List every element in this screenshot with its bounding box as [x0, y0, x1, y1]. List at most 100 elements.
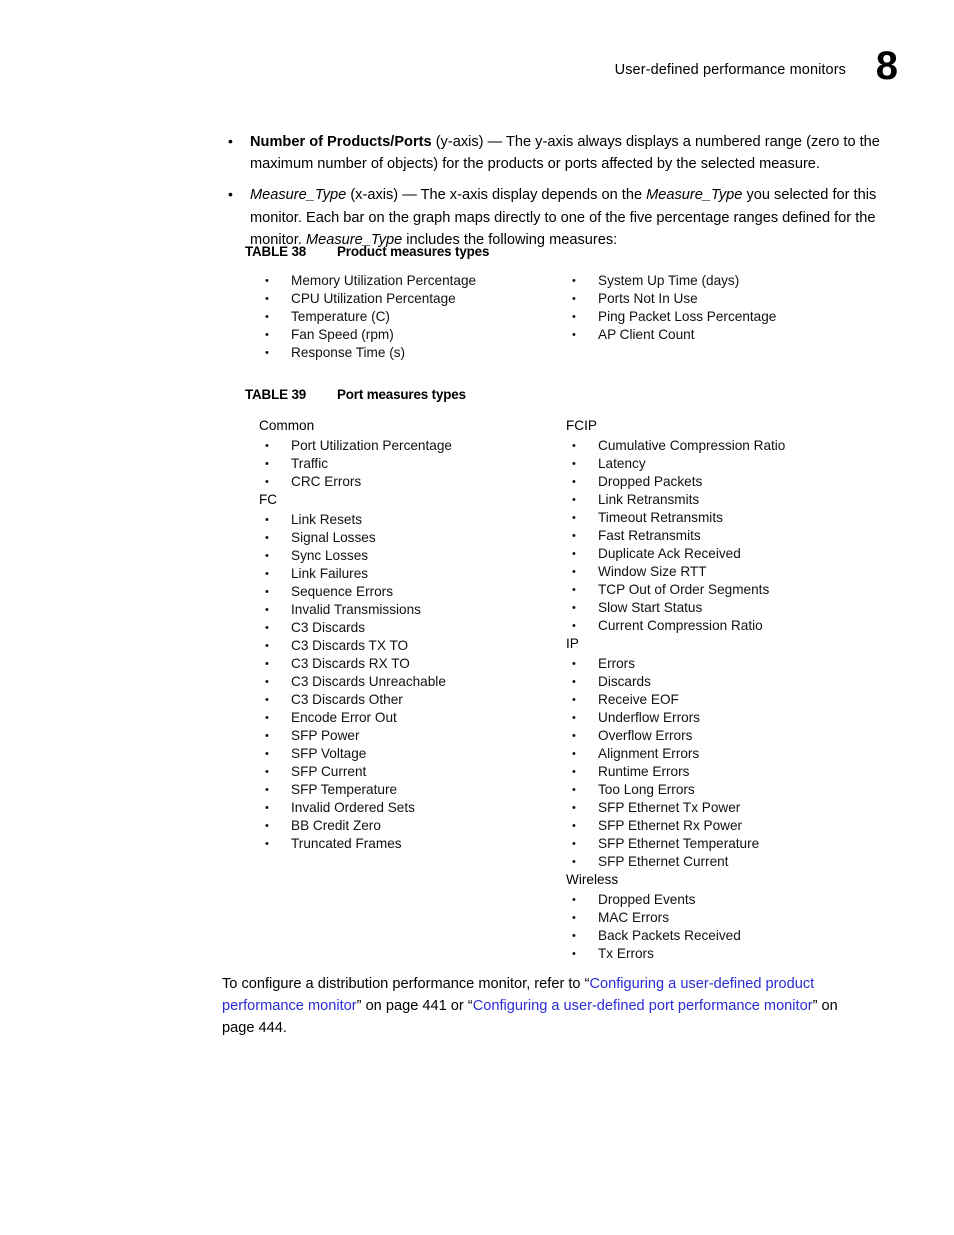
bullet-icon: • [572, 712, 576, 724]
list-item-label: Latency [598, 456, 646, 471]
list-item: • Response Time (s) [245, 344, 545, 362]
table39-left-list: • Link Resets • Signal Losses • Sync Losses • L… [245, 511, 545, 853]
list-item-label: SFP Ethernet Current [598, 854, 729, 869]
list-item: • Invalid Ordered Sets [245, 799, 545, 817]
list-item: • Errors [552, 655, 852, 673]
bullet-icon: • [572, 838, 576, 850]
bullet-icon: • [572, 802, 576, 814]
bullet-icon: • [572, 458, 576, 470]
bullet-icon: • [572, 566, 576, 578]
bullet-icon: • [265, 766, 269, 778]
table39-right-list: • Dropped Events • MAC Errors • Back Packets … [552, 891, 852, 963]
list-item: • Dropped Events [552, 891, 852, 909]
list-item: • SFP Temperature [245, 781, 545, 799]
intro-bullet-body: Measure_Type (x-axis) — The x-axis displ… [250, 187, 876, 247]
table39-left-group: FC • Link Resets • Signal Losses • Sync Losses… [245, 491, 545, 853]
list-item-label: BB Credit Zero [291, 818, 381, 833]
list-item-label: AP Client Count [598, 327, 695, 342]
list-item-label: Ping Packet Loss Percentage [598, 309, 777, 324]
chapter-number: 8 [875, 44, 898, 88]
list-item-label: Underflow Errors [598, 710, 700, 725]
bullet-icon: • [572, 530, 576, 542]
list-item-label: Sync Losses [291, 548, 369, 563]
list-item-label: Fan Speed (rpm) [291, 327, 394, 342]
bullet-icon: • [265, 311, 269, 323]
table39-left-group-label: Common [259, 418, 315, 433]
table38-caption-title: Product measures types [337, 244, 490, 259]
table38-caption: TABLE 38 Product measures types [245, 244, 489, 259]
bullet-icon: • [572, 856, 576, 868]
table38-left-column: • Memory Utilization Percentage • CPU Utili… [245, 272, 545, 362]
bullet-icon: • [572, 602, 576, 614]
list-item-label: Slow Start Status [598, 600, 703, 615]
intro-0-text-0: Number of Products/Ports [250, 134, 432, 150]
closing-link-3[interactable]: Configuring a user-defined port performa… [473, 998, 813, 1014]
bullet-icon: • [265, 458, 269, 470]
closing-paragraph: To configure a distribution performance … [222, 973, 870, 1040]
list-item: • Runtime Errors [552, 763, 852, 781]
list-item: • Discards [552, 673, 852, 691]
list-item-label: SFP Power [291, 728, 360, 743]
bullet-icon: • [572, 512, 576, 524]
list-item-label: Dropped Events [598, 892, 696, 907]
list-item-label: Receive EOF [598, 692, 679, 707]
bullet-icon: • [572, 548, 576, 560]
list-item: • SFP Ethernet Temperature [552, 835, 852, 853]
list-item: • TCP Out of Order Segments [552, 581, 852, 599]
document-page: User-defined performance monitors 8 • Num… [0, 0, 954, 1235]
list-item-label: Truncated Frames [291, 836, 402, 851]
list-item-label: Alignment Errors [598, 746, 700, 761]
list-item: • Underflow Errors [552, 709, 852, 727]
bullet-icon: • [265, 476, 269, 488]
list-item-label: C3 Discards Other [291, 692, 403, 707]
list-item: • SFP Ethernet Tx Power [552, 799, 852, 817]
list-item-label: Cumulative Compression Ratio [598, 438, 786, 453]
list-item-label: Link Resets [291, 512, 363, 527]
page-header: User-defined performance monitors 8 [0, 46, 954, 98]
list-item: • SFP Voltage [245, 745, 545, 763]
list-item: • Ports Not In Use [552, 290, 852, 308]
list-item-label: Link Retransmits [598, 492, 700, 507]
list-item-label: Invalid Transmissions [291, 602, 421, 617]
list-item-label: Overflow Errors [598, 728, 693, 743]
bullet-icon: • [265, 784, 269, 796]
bullet-icon: • [572, 311, 576, 323]
closing-text-2: ” on page 441 or “ [356, 998, 473, 1015]
bullet-icon: • [265, 440, 269, 452]
list-item-label: Tx Errors [598, 946, 654, 961]
bullet-icon: • [572, 620, 576, 632]
bullet-icon: • [572, 694, 576, 706]
list-item: • Window Size RTT [552, 563, 852, 581]
list-item: • AP Client Count [552, 326, 852, 344]
list-item: • System Up Time (days) [552, 272, 852, 290]
intro-1-text-0: Measure_Type [250, 187, 347, 204]
header-title: User-defined performance monitors [614, 62, 846, 78]
list-item-label: SFP Ethernet Rx Power [598, 818, 743, 833]
list-item-label: Runtime Errors [598, 764, 690, 779]
list-item-label: Encode Error Out [291, 710, 397, 725]
bullet-icon: • [265, 586, 269, 598]
table39-left-group: Common • Port Utilization Percentage • Traff… [245, 417, 545, 491]
list-item-label: CPU Utilization Percentage [291, 291, 456, 306]
list-item: • C3 Discards RX TO [245, 655, 545, 673]
list-item: • Sync Losses [245, 547, 545, 565]
list-item: • Fast Retransmits [552, 527, 852, 545]
list-item-label: Temperature (C) [291, 309, 390, 324]
table38-left-group: • Memory Utilization Percentage • CPU Utili… [245, 272, 545, 362]
table38-right-column: • System Up Time (days) • Ports Not In Use •… [552, 272, 852, 344]
bullet-icon: • [572, 658, 576, 670]
bullet-icon: • [265, 275, 269, 287]
bullet-icon: • [572, 766, 576, 778]
bullet-icon: • [265, 293, 269, 305]
list-item-label: Back Packets Received [598, 928, 741, 943]
bullet-icon: • [265, 802, 269, 814]
list-item: • Receive EOF [552, 691, 852, 709]
table39-left-column: Common • Port Utilization Percentage • Traff… [245, 417, 545, 853]
list-item-label: CRC Errors [291, 474, 362, 489]
list-item-label: SFP Voltage [291, 746, 367, 761]
list-item-label: Discards [598, 674, 651, 689]
table39-right-group: FCIP • Cumulative Compression Ratio • Latenc… [552, 417, 852, 635]
intro-bullet-list: • Number of Products/Ports (y-axis) — The… [222, 131, 882, 260]
bullet-icon: • [572, 912, 576, 924]
bullet-icon: • [265, 694, 269, 706]
